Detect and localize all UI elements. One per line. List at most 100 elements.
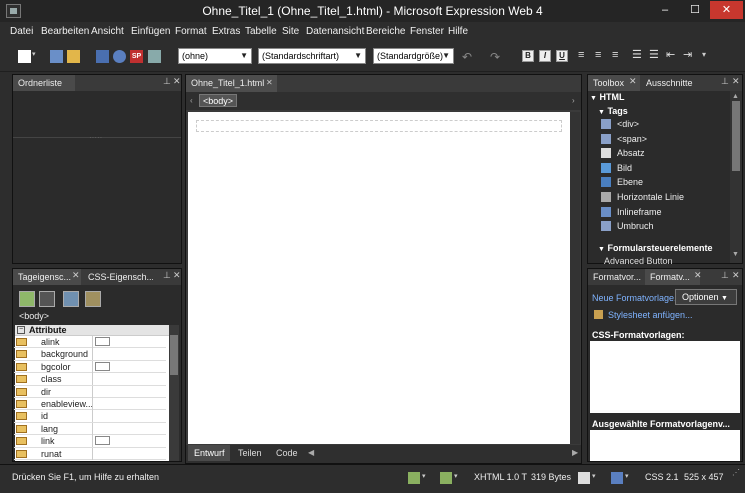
- close-tab-icon[interactable]: ✕: [629, 76, 637, 87]
- attach-stylesheet-link[interactable]: Stylesheet anfügen...: [608, 310, 693, 320]
- toolbox-section-forms[interactable]: ▼ Formularsteuerelemente: [598, 243, 713, 253]
- close-tab-icon[interactable]: ✕: [694, 270, 702, 281]
- sort-alpha-icon[interactable]: [39, 291, 55, 307]
- toolbar-options-icon[interactable]: ▾: [702, 50, 715, 63]
- toolbox-section-tags[interactable]: ▼ Tags: [598, 106, 628, 116]
- style-combo[interactable]: (ohne) ▼: [178, 48, 252, 64]
- menu-format[interactable]: Format: [175, 26, 207, 37]
- menu-datenansicht[interactable]: Datenansicht: [306, 26, 364, 37]
- align-center-icon[interactable]: ≡: [595, 50, 608, 63]
- size-combo[interactable]: (Standardgröße) ▼: [373, 48, 454, 64]
- publish-icon[interactable]: [113, 50, 126, 63]
- maximize-button[interactable]: ☐: [680, 1, 710, 19]
- editor-scrollbar[interactable]: [570, 112, 580, 444]
- design-canvas[interactable]: [188, 112, 570, 444]
- menu-datei[interactable]: Datei: [10, 26, 33, 37]
- increase-indent-icon[interactable]: ⇥: [683, 50, 696, 63]
- css-version[interactable]: CSS 2.1: [645, 472, 679, 482]
- decrease-indent-icon[interactable]: ⇤: [666, 50, 679, 63]
- menu-ansicht[interactable]: Ansicht: [91, 26, 124, 37]
- scroll-right-icon[interactable]: ▶: [572, 448, 578, 457]
- tab-manage-styles[interactable]: Formatv...: [645, 269, 700, 285]
- italic-button[interactable]: I: [539, 50, 551, 62]
- save-icon[interactable]: [96, 50, 109, 63]
- categorized-view-icon[interactable]: [19, 291, 35, 307]
- page-dimensions[interactable]: 525 x 457: [684, 472, 724, 482]
- new-style-link[interactable]: Neue Formatvorlage...: [592, 293, 682, 303]
- quick-tag-body[interactable]: <body>: [199, 94, 238, 107]
- attribute-row[interactable]: background: [14, 348, 166, 361]
- toolbox-scrollbar[interactable]: ▲ ▼: [730, 91, 742, 263]
- attribute-row[interactable]: alink: [14, 336, 166, 349]
- minimize-button[interactable]: –: [650, 1, 680, 19]
- bullet-list-icon[interactable]: ☰: [649, 50, 662, 63]
- scroll-left-icon[interactable]: ◀: [308, 448, 314, 457]
- compatibility-dropdown-icon[interactable]: ▾: [592, 472, 596, 480]
- tag-properties-icon[interactable]: [85, 291, 101, 307]
- open-folder-icon[interactable]: [67, 50, 80, 63]
- attribute-row[interactable]: link: [14, 435, 166, 448]
- css-styles-list[interactable]: [590, 341, 740, 413]
- scroll-up-icon[interactable]: ▲: [732, 93, 739, 100]
- underline-button[interactable]: U: [556, 50, 568, 62]
- attribute-row[interactable]: class: [14, 373, 166, 386]
- align-right-icon[interactable]: ≡: [612, 50, 625, 63]
- style-app-dropdown-icon[interactable]: ▾: [454, 472, 458, 480]
- tab-code[interactable]: Code: [270, 445, 304, 461]
- redo-icon[interactable]: ↷: [490, 50, 503, 64]
- tab-apply-styles[interactable]: Formatvor...: [588, 269, 643, 285]
- menu-bearbeiten[interactable]: Bearbeiten: [41, 26, 89, 37]
- attribute-row[interactable]: dir: [14, 385, 166, 398]
- folder-list-tab[interactable]: Ordnerliste: [13, 75, 75, 91]
- font-combo[interactable]: (Standardschriftart) ▼: [258, 48, 366, 64]
- menu-tabelle[interactable]: Tabelle: [245, 26, 277, 37]
- toolbox-section-html[interactable]: ▼ HTML: [590, 92, 624, 102]
- scroll-down-icon[interactable]: ▼: [732, 251, 739, 258]
- new-dropdown-icon[interactable]: ▾: [32, 50, 38, 63]
- menu-hilfe[interactable]: Hilfe: [448, 26, 468, 37]
- close-panel-icon[interactable]: ✕: [732, 270, 740, 281]
- collapse-icon[interactable]: −: [17, 326, 25, 334]
- visual-aids-dropdown-icon[interactable]: ▾: [422, 472, 426, 480]
- quick-tag-right-icon[interactable]: ›: [572, 96, 575, 105]
- pin-icon[interactable]: ⊥: [163, 270, 171, 281]
- close-panel-icon[interactable]: ✕: [173, 270, 181, 281]
- page-size-icon[interactable]: [611, 472, 623, 484]
- tab-css-properties[interactable]: CSS-Eigensch...: [83, 269, 153, 285]
- close-button[interactable]: ✕: [710, 1, 743, 19]
- close-tab-icon[interactable]: ✕: [72, 270, 80, 281]
- menu-site[interactable]: Site: [282, 26, 299, 37]
- tab-split[interactable]: Teilen: [232, 445, 268, 461]
- new-page-icon[interactable]: [18, 50, 31, 63]
- tab-tag-properties[interactable]: Tageigensc...: [13, 269, 81, 285]
- style-app-icon[interactable]: [440, 472, 452, 484]
- color-swatch[interactable]: [95, 361, 110, 371]
- visual-aids-icon[interactable]: [408, 472, 420, 484]
- open-site-icon[interactable]: [50, 50, 63, 63]
- menu-einfuegen[interactable]: Einfügen: [131, 26, 170, 37]
- attribute-group-header[interactable]: − Attribute: [15, 325, 169, 336]
- doctype-indicator[interactable]: XHTML 1.0 T: [474, 472, 527, 482]
- page-size-dropdown-icon[interactable]: ▾: [625, 472, 629, 480]
- tab-snippets[interactable]: Ausschnitte: [641, 75, 706, 91]
- close-panel-icon[interactable]: ✕: [173, 76, 181, 87]
- align-left-icon[interactable]: ≡: [578, 50, 591, 63]
- attribute-row[interactable]: runat: [14, 447, 166, 460]
- close-panel-icon[interactable]: ✕: [732, 76, 740, 87]
- attribute-row[interactable]: id: [14, 410, 166, 423]
- scrollbar-thumb[interactable]: [170, 335, 178, 375]
- attribute-row[interactable]: bgcolor: [14, 360, 166, 374]
- bold-button[interactable]: B: [522, 50, 534, 62]
- toolbox-item-advanced-button[interactable]: Advanced Button: [604, 256, 724, 264]
- sharepoint-icon[interactable]: SP: [130, 50, 143, 63]
- attribute-scrollbar[interactable]: [169, 325, 179, 461]
- close-document-icon[interactable]: ✕: [266, 78, 273, 87]
- scrollbar-thumb[interactable]: [732, 101, 740, 171]
- pin-icon[interactable]: ⊥: [163, 76, 171, 87]
- tab-design[interactable]: Entwurf: [188, 445, 230, 461]
- color-swatch[interactable]: [95, 436, 110, 446]
- menu-extras[interactable]: Extras: [212, 26, 240, 37]
- document-tab[interactable]: Ohne_Titel_1.html ✕: [186, 75, 277, 92]
- attribute-row[interactable]: lang: [14, 422, 166, 436]
- undo-icon[interactable]: ↶: [462, 50, 475, 64]
